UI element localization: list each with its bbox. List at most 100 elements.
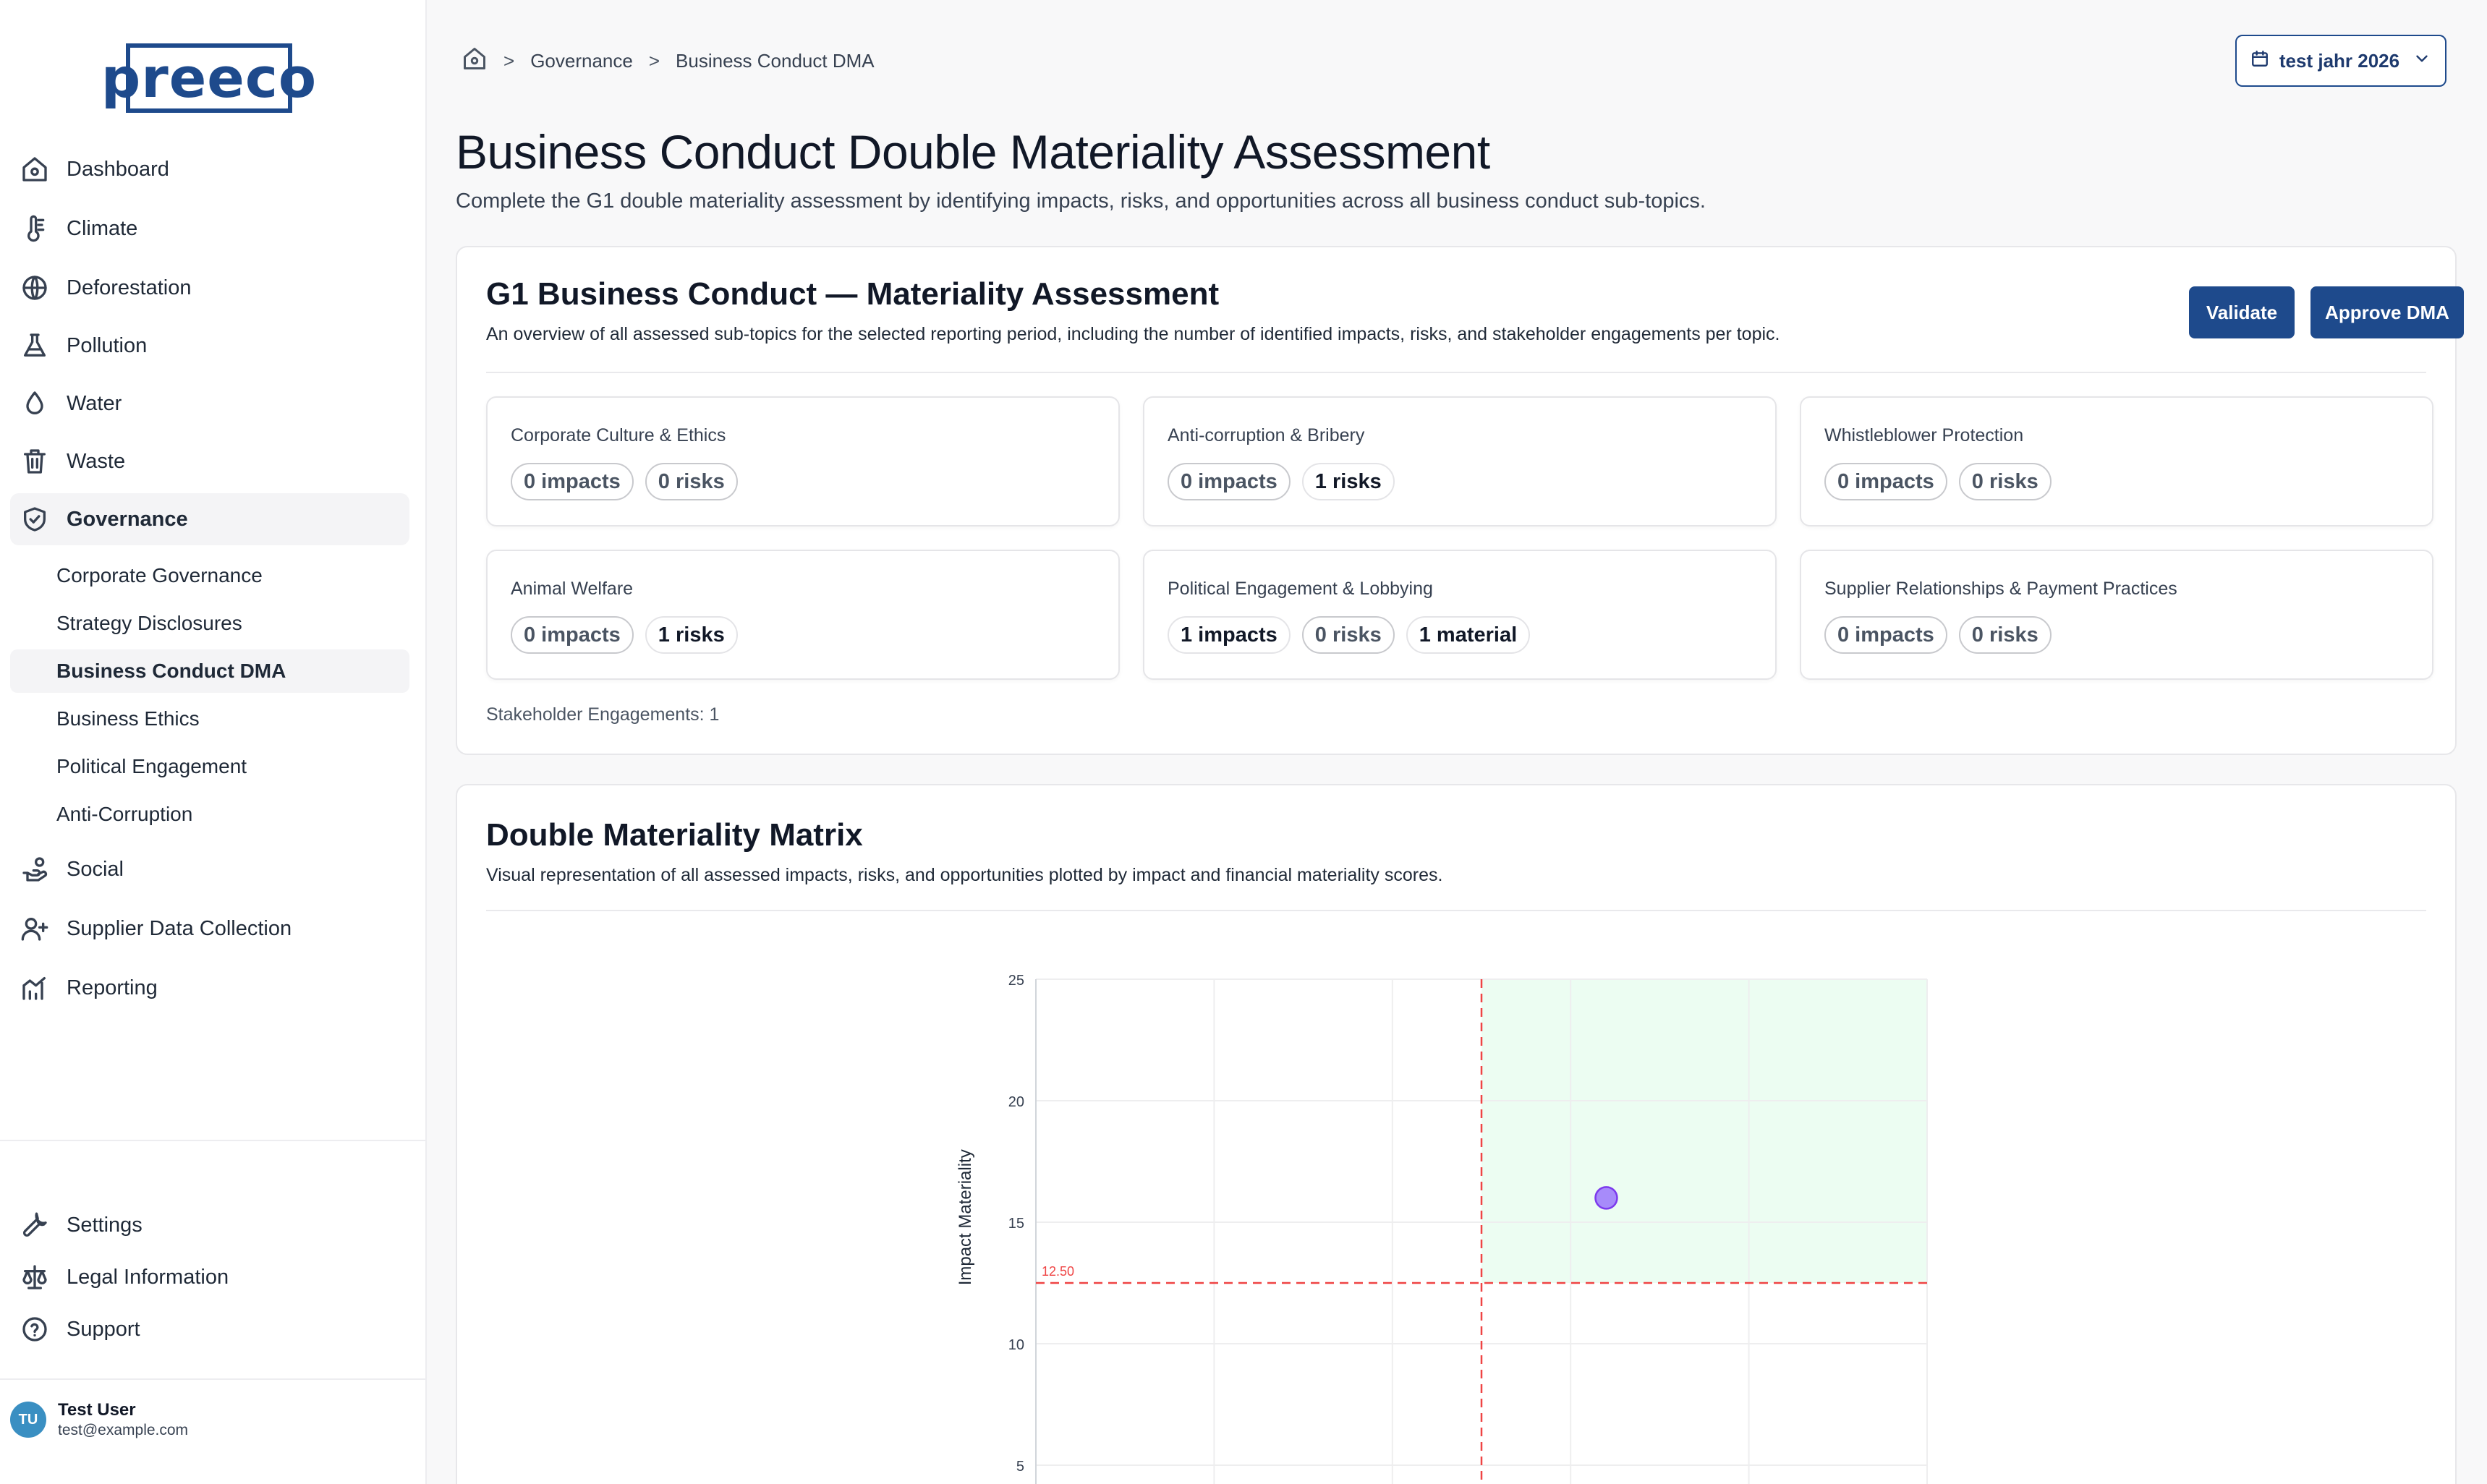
sidebar-item-label: Supplier Data Collection bbox=[67, 916, 292, 940]
breadcrumb: > Governance > Business Conduct DMA bbox=[462, 46, 875, 75]
sidebar-subitem-anti-corruption[interactable]: Anti-Corruption bbox=[10, 793, 409, 836]
home-icon[interactable] bbox=[462, 46, 488, 77]
risks-badge: 0 risks bbox=[1958, 616, 2052, 654]
sidebar-item-social[interactable]: Social bbox=[10, 843, 409, 895]
sidebar-item-dashboard[interactable]: Dashboard bbox=[10, 143, 409, 195]
main-content: > Governance > Business Conduct DMA test… bbox=[427, 0, 2487, 1484]
sidebar-item-waste[interactable]: Waste bbox=[10, 435, 409, 487]
y-axis-label: Impact Materiality bbox=[956, 1149, 975, 1285]
assessment-description: An overview of all assessed sub-topics f… bbox=[486, 324, 1780, 344]
sidebar-item-settings[interactable]: Settings bbox=[10, 1199, 409, 1251]
topic-card-anti-corruption[interactable]: Anti-corruption & Bribery 0 impacts 1 ri… bbox=[1143, 396, 1777, 526]
y-tick-label: 25 bbox=[1008, 973, 1024, 989]
topic-name: Political Engagement & Lobbying bbox=[1168, 579, 1433, 599]
sidebar-item-pollution[interactable]: Pollution bbox=[10, 320, 409, 372]
sidebar-item-label: Deforestation bbox=[67, 276, 192, 299]
wrench-icon bbox=[14, 1199, 55, 1251]
sidebar-item-label: Social bbox=[67, 857, 124, 881]
risks-badge: 0 risks bbox=[1301, 616, 1395, 654]
sidebar-item-label: Governance bbox=[67, 507, 188, 531]
impacts-badge: 0 impacts bbox=[511, 616, 634, 654]
threshold-label: 12.50 bbox=[1042, 1264, 1074, 1279]
stakeholder-engagements: Stakeholder Engagements: 1 bbox=[486, 704, 720, 725]
validate-button[interactable]: Validate bbox=[2189, 286, 2295, 338]
sidebar-item-label: Water bbox=[67, 391, 122, 415]
avatar: TU bbox=[10, 1402, 46, 1438]
sidebar-item-deforestation[interactable]: Deforestation bbox=[10, 262, 409, 314]
hand-coins-icon bbox=[14, 843, 55, 895]
impacts-badge: 0 impacts bbox=[511, 463, 634, 500]
sidebar-subitem-political-engagement[interactable]: Political Engagement bbox=[10, 745, 409, 788]
sidebar-item-legal-information[interactable]: Legal Information bbox=[10, 1251, 409, 1303]
impacts-badge: 0 impacts bbox=[1824, 616, 1947, 654]
sidebar-item-label: Support bbox=[67, 1317, 140, 1341]
sidebar-divider bbox=[0, 1140, 427, 1141]
topic-card-whistleblower[interactable]: Whistleblower Protection 0 impacts 0 ris… bbox=[1800, 396, 2433, 526]
sidebar-item-label: Reporting bbox=[67, 976, 158, 999]
sidebar-item-label: Legal Information bbox=[67, 1265, 229, 1289]
sidebar-item-supplier-data-collection[interactable]: Supplier Data Collection bbox=[10, 903, 409, 955]
material-badge: 1 material bbox=[1406, 616, 1531, 654]
impacts-badge: 1 impacts bbox=[1168, 616, 1291, 654]
card-divider bbox=[486, 372, 2426, 373]
topic-card-supplier-relationships[interactable]: Supplier Relationships & Payment Practic… bbox=[1800, 550, 2433, 680]
risks-badge: 1 risks bbox=[645, 616, 738, 654]
preeco-logo[interactable]: preeco bbox=[101, 43, 316, 113]
approve-dma-button[interactable]: Approve DMA bbox=[2310, 286, 2464, 338]
sidebar-subitem-corporate-governance[interactable]: Corporate Governance bbox=[10, 554, 409, 597]
user-email: test@example.com bbox=[58, 1422, 189, 1438]
material-region bbox=[1481, 979, 1927, 1283]
breadcrumb-current: Business Conduct DMA bbox=[676, 49, 875, 72]
reporting-period-label: test jahr 2026 bbox=[2279, 49, 2400, 72]
reporting-period-select[interactable]: test jahr 2026 bbox=[2235, 35, 2446, 87]
topic-name: Supplier Relationships & Payment Practic… bbox=[1824, 579, 2177, 599]
sidebar-item-label: Pollution bbox=[67, 333, 148, 357]
sidebar-item-reporting[interactable]: Reporting bbox=[10, 962, 409, 1014]
impacts-badge: 0 impacts bbox=[1168, 463, 1291, 500]
sidebar-item-support[interactable]: Support bbox=[10, 1303, 409, 1355]
sidebar-item-label: Dashboard bbox=[67, 157, 169, 181]
page-title: Business Conduct Double Materiality Asse… bbox=[456, 125, 1490, 179]
user-profile[interactable]: TU Test User test@example.com bbox=[10, 1396, 188, 1444]
materiality-matrix-chart: 5 10 15 20 25 Impact Materiality 12.50 bbox=[956, 973, 1928, 1484]
sidebar-item-governance[interactable]: Governance bbox=[10, 493, 409, 545]
sidebar-item-climate[interactable]: Climate bbox=[10, 202, 409, 255]
breadcrumb-separator: > bbox=[648, 49, 660, 72]
chart-trend-icon bbox=[14, 962, 55, 1014]
breadcrumb-governance[interactable]: Governance bbox=[530, 50, 633, 72]
y-tick-label: 10 bbox=[1008, 1337, 1024, 1353]
topic-card-political-engagement[interactable]: Political Engagement & Lobbying 1 impact… bbox=[1143, 550, 1777, 680]
chevron-down-icon bbox=[2412, 49, 2431, 73]
sidebar-item-water[interactable]: Water bbox=[10, 378, 409, 430]
y-tick-label: 5 bbox=[1016, 1459, 1024, 1475]
risks-badge: 1 risks bbox=[1301, 463, 1395, 500]
y-tick-label: 20 bbox=[1008, 1094, 1024, 1110]
sidebar: preeco Dashboard Climate Deforestation P… bbox=[0, 0, 427, 1484]
topic-name: Whistleblower Protection bbox=[1824, 425, 2024, 445]
shield-check-icon bbox=[14, 493, 55, 545]
assessment-card: G1 Business Conduct — Materiality Assess… bbox=[456, 246, 2464, 755]
matrix-card: Double Materiality Matrix Visual represe… bbox=[456, 784, 2457, 1484]
topic-name: Anti-corruption & Bribery bbox=[1168, 425, 1365, 445]
thermometer-icon bbox=[14, 202, 55, 255]
page-subtitle: Complete the G1 double materiality asses… bbox=[456, 189, 1706, 213]
risks-badge: 0 risks bbox=[645, 463, 738, 500]
assessment-title: G1 Business Conduct — Materiality Assess… bbox=[486, 276, 1220, 312]
sidebar-item-label: Waste bbox=[67, 449, 126, 473]
topic-name: Corporate Culture & Ethics bbox=[511, 425, 726, 445]
topic-card-animal-welfare[interactable]: Animal Welfare 0 impacts 1 risks bbox=[486, 550, 1120, 680]
sidebar-divider bbox=[0, 1378, 427, 1380]
y-tick-label: 15 bbox=[1008, 1216, 1024, 1232]
sidebar-subitem-business-ethics[interactable]: Business Ethics bbox=[10, 697, 409, 741]
trash-icon bbox=[14, 435, 55, 487]
sidebar-subitem-strategy-disclosures[interactable]: Strategy Disclosures bbox=[10, 602, 409, 645]
help-circle-icon bbox=[14, 1303, 55, 1355]
breadcrumb-separator: > bbox=[503, 49, 515, 72]
sidebar-item-label: Climate bbox=[67, 216, 138, 240]
user-plus-icon bbox=[14, 903, 55, 955]
sidebar-item-label: Settings bbox=[67, 1213, 143, 1237]
sidebar-subitem-business-conduct-dma[interactable]: Business Conduct DMA bbox=[10, 649, 409, 693]
topic-card-corporate-culture[interactable]: Corporate Culture & Ethics 0 impacts 0 r… bbox=[486, 396, 1120, 526]
risks-badge: 0 risks bbox=[1958, 463, 2052, 500]
data-point bbox=[1594, 1186, 1618, 1210]
